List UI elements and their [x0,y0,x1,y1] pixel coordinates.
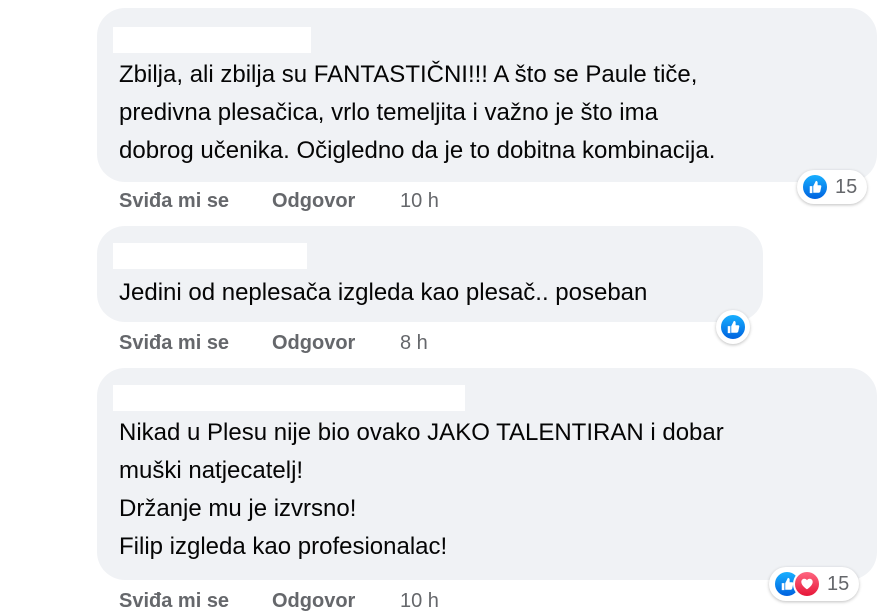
commenter-name-redacted[interactable] [113,27,311,53]
reaction-summary[interactable]: 15 [769,567,860,601]
comment-timestamp[interactable]: 10 h [400,590,439,613]
comment-timestamp[interactable]: 10 h [400,190,439,213]
commenter-name-redacted[interactable] [113,385,465,411]
reply-button[interactable]: Odgovor [272,590,400,613]
reaction-summary[interactable] [716,310,750,344]
comment-text: Jedini od neplesača izgleda kao plesač..… [119,279,648,306]
like-icon [801,173,829,201]
comment-timestamp[interactable]: 8 h [400,332,428,355]
comment-text: Zbilja, ali zbilja su FANTASTIČNI!!! A š… [119,61,716,164]
reaction-summary[interactable]: 15 [797,170,868,204]
love-icon [793,570,821,598]
comment-text: Nikad u Plesu nije bio ovako JAKO TALENT… [119,419,724,560]
like-icon [719,313,747,341]
reply-button[interactable]: Odgovor [272,190,400,213]
like-button[interactable]: Sviđa mi se [119,332,272,355]
reply-button[interactable]: Odgovor [272,332,400,355]
commenter-name-redacted[interactable] [113,243,307,269]
comment-actions: Sviđa mi se Odgovor 8 h [119,328,428,358]
like-button[interactable]: Sviđa mi se [119,190,272,213]
comment-actions: Sviđa mi se Odgovor 10 h [119,586,439,616]
comment-actions: Sviđa mi se Odgovor 10 h [119,186,439,216]
reaction-count: 15 [835,175,858,198]
reaction-count: 15 [827,572,850,595]
like-button[interactable]: Sviđa mi se [119,590,272,613]
